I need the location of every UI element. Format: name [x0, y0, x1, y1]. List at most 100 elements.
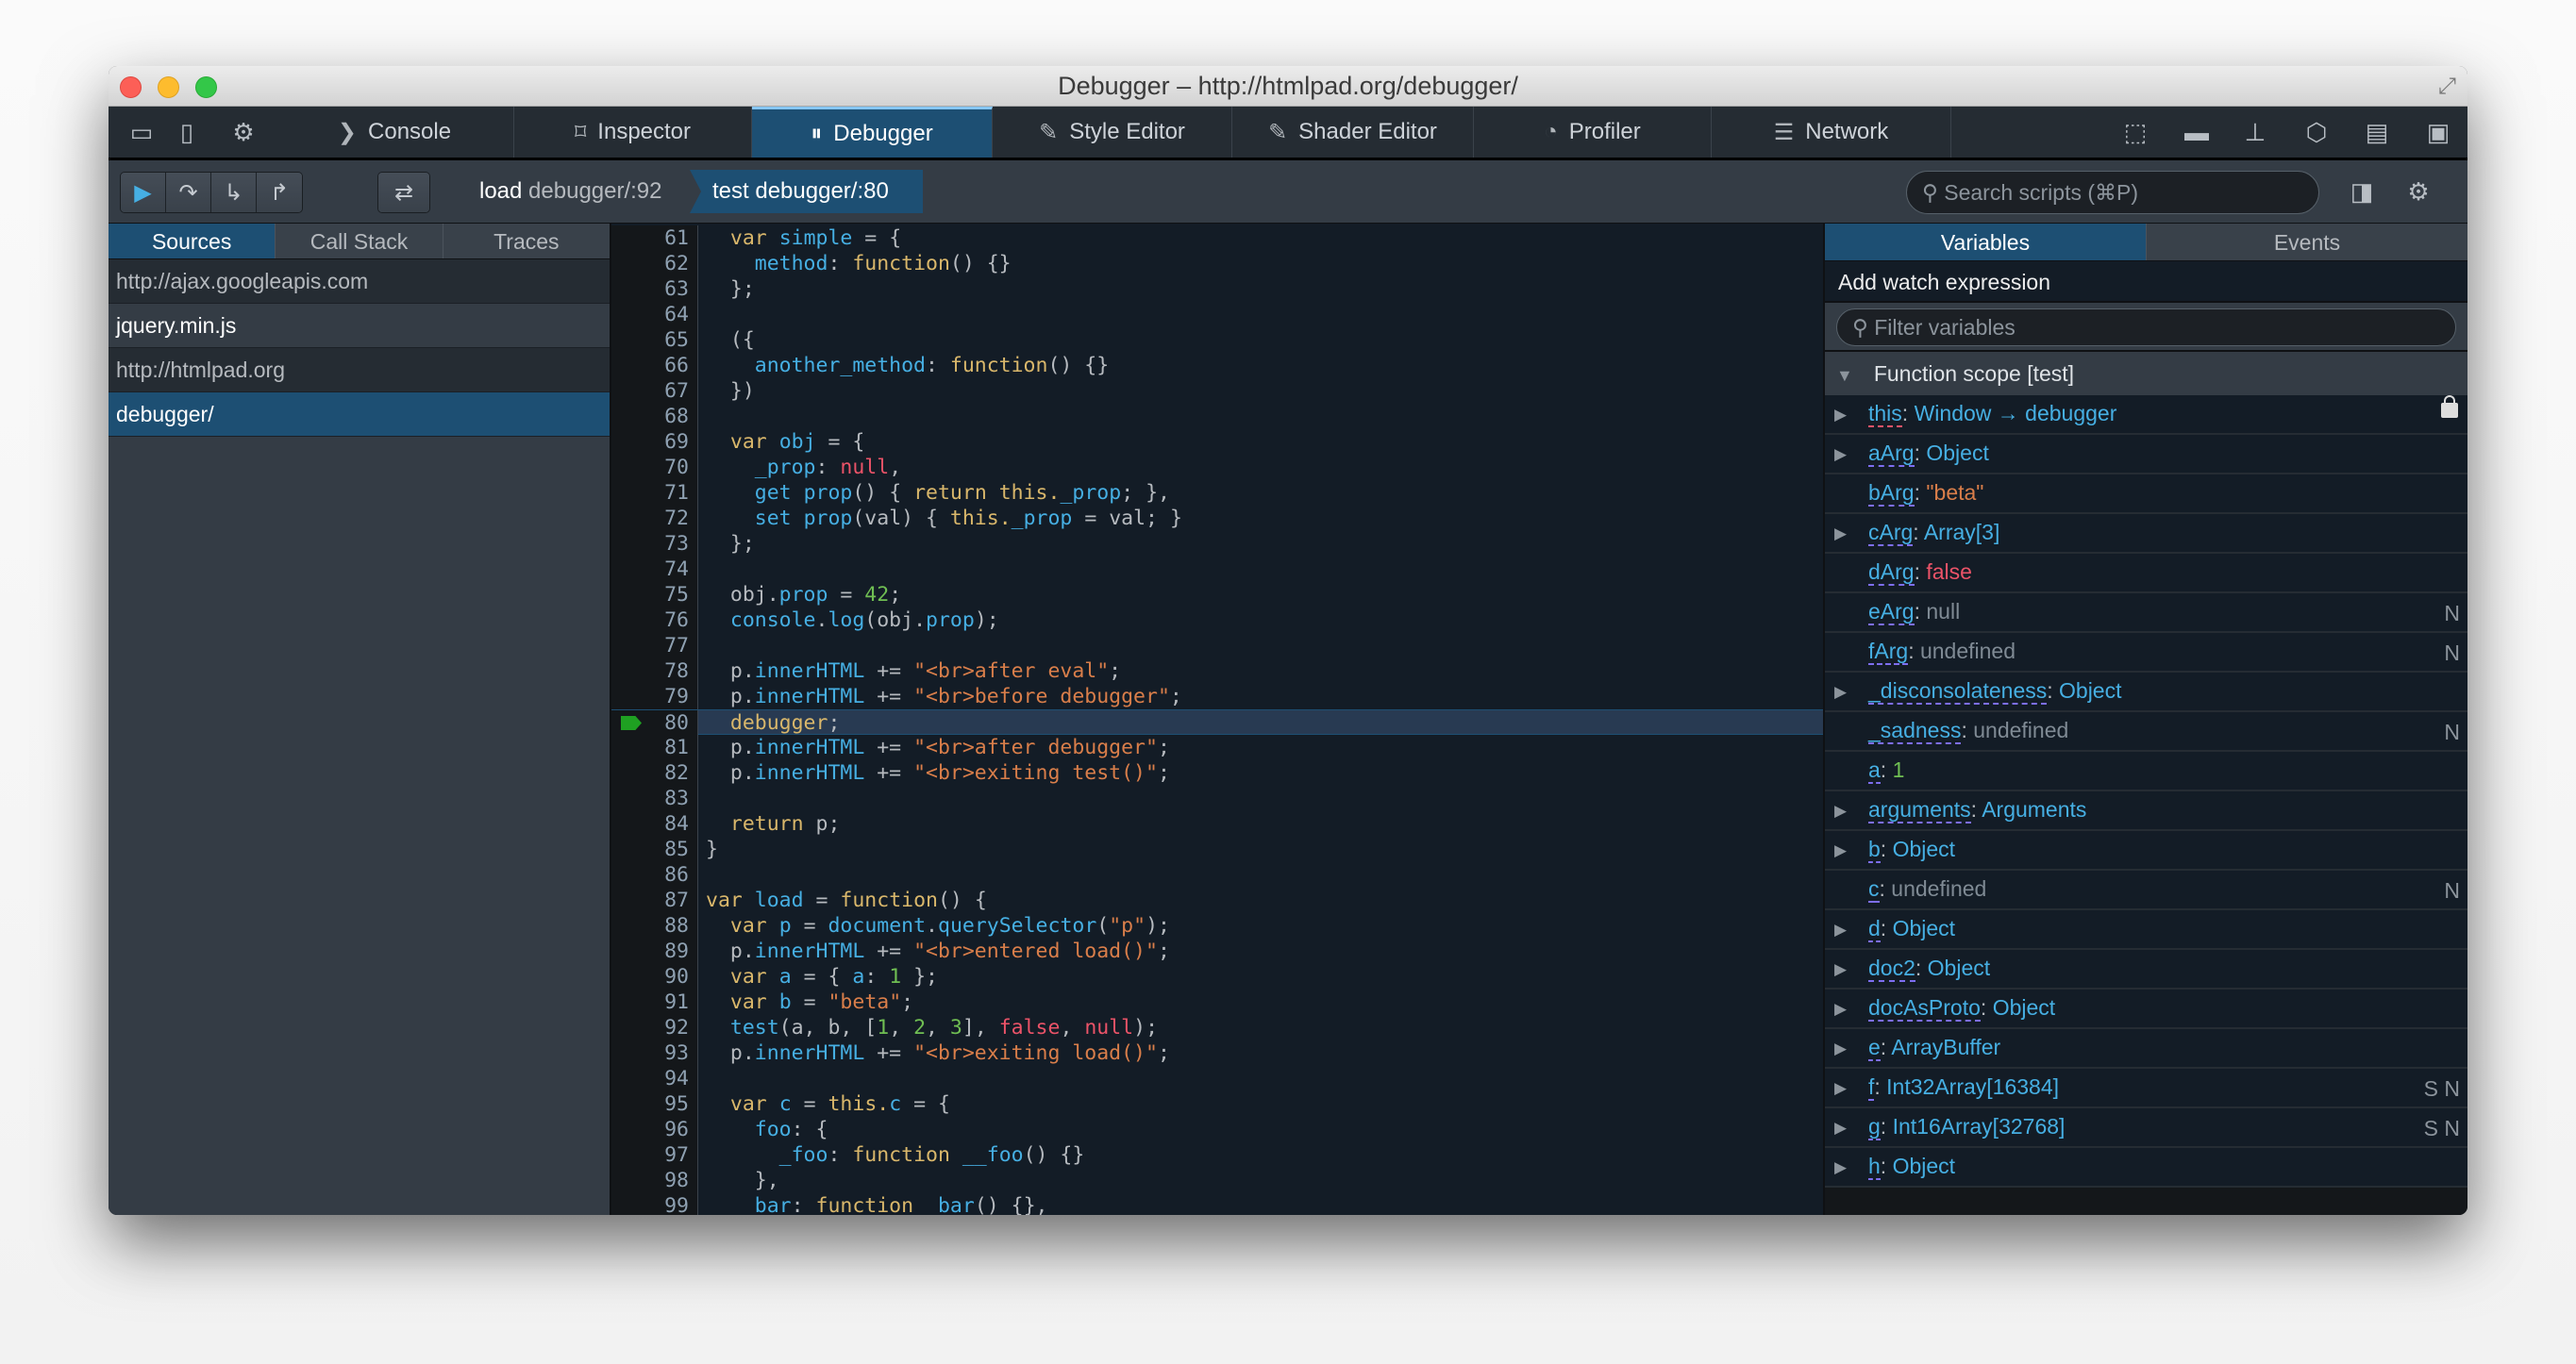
function-scope-header[interactable]: ▼ Function scope [test]: [1825, 352, 2467, 395]
expand-arrow-icon[interactable]: ▶: [1834, 1148, 1847, 1188]
code-line[interactable]: 99 bar: function _bar() {},: [611, 1193, 1823, 1215]
variable-row[interactable]: fArg: undefined N: [1825, 633, 2467, 673]
variable-name[interactable]: this: Window → debugger: [1868, 399, 2116, 427]
dock-bottom-icon[interactable]: ▭: [127, 118, 156, 146]
search-scripts-input[interactable]: ⚲ Search scripts (⌘P): [1906, 171, 2319, 214]
code-line[interactable]: 69 var obj = {: [611, 429, 1823, 455]
variable-row[interactable]: ▶ g: Int16Array[32768] S N: [1825, 1108, 2467, 1148]
code-line[interactable]: 71 get prop() { return this._prop; },: [611, 480, 1823, 506]
code-line[interactable]: 74: [611, 557, 1823, 582]
variable-row[interactable]: ▶ _disconsolateness: Object: [1825, 673, 2467, 712]
variable-name[interactable]: doc2: Object: [1868, 954, 1990, 982]
variable-name[interactable]: aArg: Object: [1868, 439, 1989, 467]
code-line[interactable]: 79 p.innerHTML += "<br>before debugger";: [611, 684, 1823, 709]
code-line[interactable]: 76 console.log(obj.prop);: [611, 607, 1823, 633]
code-line[interactable]: 77: [611, 633, 1823, 658]
expand-arrow-icon[interactable]: ▶: [1834, 950, 1847, 990]
code-editor[interactable]: 61 var simple = {62 method: function() {…: [611, 224, 1823, 1215]
paintbrush-icon[interactable]: ⊥: [2241, 118, 2269, 146]
variable-name[interactable]: g: Int16Array[32768]: [1868, 1112, 2065, 1140]
code-line[interactable]: 83: [611, 786, 1823, 811]
code-line[interactable]: 92 test(a, b, [1, 2, 3], false, null);: [611, 1015, 1823, 1040]
tab-events[interactable]: Events: [2147, 224, 2467, 260]
variable-row[interactable]: dArg: false: [1825, 554, 2467, 593]
tab-network[interactable]: ☰ Network: [1712, 107, 1951, 158]
code-line[interactable]: 96 foo: {: [611, 1117, 1823, 1142]
tab-variables[interactable]: Variables: [1825, 224, 2147, 260]
add-watch-expression[interactable]: Add watch expression: [1825, 261, 2467, 303]
variable-name[interactable]: _sadness: undefined: [1868, 716, 2068, 744]
code-line[interactable]: 66 another_method: function() {}: [611, 353, 1823, 378]
code-line[interactable]: 93 p.innerHTML += "<br>exiting load()";: [611, 1040, 1823, 1066]
code-line[interactable]: 64: [611, 302, 1823, 327]
variable-name[interactable]: eArg: null: [1868, 597, 1960, 625]
code-line[interactable]: 97 _foo: function __foo() {}: [611, 1142, 1823, 1168]
code-line[interactable]: 94: [611, 1066, 1823, 1091]
tab-debugger[interactable]: ⏸ Debugger: [752, 107, 993, 158]
zoom-window-button[interactable]: [195, 76, 217, 98]
variable-name[interactable]: bArg: "beta": [1868, 478, 1983, 507]
gear-icon[interactable]: ⚙: [229, 118, 258, 146]
code-line[interactable]: 87 var load = function() {: [611, 888, 1823, 913]
code-line[interactable]: 61 var simple = {: [611, 225, 1823, 251]
swap-button[interactable]: ⇄: [378, 173, 429, 212]
variable-row[interactable]: ▶ docAsProto: Object: [1825, 990, 2467, 1029]
variable-row[interactable]: ▶ e: ArrayBuffer: [1825, 1029, 2467, 1069]
variable-row[interactable]: ▶ h: Object: [1825, 1148, 2467, 1188]
variable-name[interactable]: docAsProto: Object: [1868, 993, 2055, 1022]
resume-button[interactable]: ▶: [121, 173, 166, 212]
code-line[interactable]: 70 _prop: null,: [611, 455, 1823, 480]
variable-name[interactable]: c: undefined: [1868, 874, 1986, 903]
expand-arrow-icon[interactable]: ▶: [1834, 791, 1847, 831]
variable-row[interactable]: c: undefined N: [1825, 871, 2467, 910]
filter-variables-input[interactable]: ⚲ Filter variables: [1836, 308, 2456, 346]
code-line[interactable]: 98 },: [611, 1168, 1823, 1193]
close-window-button[interactable]: [120, 76, 142, 98]
variable-row[interactable]: ▶ arguments: Arguments: [1825, 791, 2467, 831]
variable-row[interactable]: ▶ b: Object: [1825, 831, 2467, 871]
tab-call-stack[interactable]: Call Stack: [276, 224, 443, 258]
code-line-current[interactable]: 80 debugger;: [611, 709, 1823, 736]
code-line[interactable]: 86: [611, 862, 1823, 888]
code-line[interactable]: 85}: [611, 837, 1823, 862]
debugger-options-gear-icon[interactable]: ⚙: [2404, 177, 2433, 206]
code-line[interactable]: 88 var p = document.querySelector("p");: [611, 913, 1823, 939]
variable-row[interactable]: ▶ d: Object: [1825, 910, 2467, 950]
tab-style-editor[interactable]: ✎ Style Editor: [993, 107, 1232, 158]
variable-name[interactable]: b: Object: [1868, 835, 1955, 863]
code-line[interactable]: 75 obj.prop = 42;: [611, 582, 1823, 607]
code-line[interactable]: 89 p.innerHTML += "<br>entered load()";: [611, 939, 1823, 964]
code-line[interactable]: 62 method: function() {}: [611, 251, 1823, 276]
toggle-panes-icon[interactable]: ◨: [2348, 177, 2376, 206]
code-line[interactable]: 81 p.innerHTML += "<br>after debugger";: [611, 735, 1823, 760]
scratchpad-icon[interactable]: ▤: [2363, 118, 2391, 146]
variable-name[interactable]: h: Object: [1868, 1152, 1955, 1180]
step-in-button[interactable]: ↳: [211, 173, 257, 212]
expand-arrow-icon[interactable]: ▶: [1834, 1069, 1847, 1108]
code-line[interactable]: 82 p.innerHTML += "<br>exiting test()";: [611, 760, 1823, 786]
variable-name[interactable]: fArg: undefined: [1868, 637, 2016, 665]
code-line[interactable]: 68: [611, 404, 1823, 429]
variable-row[interactable]: ▶ cArg: Array[3]: [1825, 514, 2467, 554]
tab-sources[interactable]: Sources: [109, 224, 276, 258]
variable-name[interactable]: f: Int32Array[16384]: [1868, 1073, 2059, 1101]
expand-arrow-icon[interactable]: ▶: [1834, 514, 1847, 554]
expand-arrow-icon[interactable]: ▶: [1834, 435, 1847, 474]
fullscreen-icon[interactable]: ⤢: [2438, 74, 2456, 100]
code-line[interactable]: 91 var b = "beta";: [611, 990, 1823, 1015]
tab-console[interactable]: ❯ Console: [276, 107, 514, 158]
variable-name[interactable]: a: 1: [1868, 756, 1904, 784]
tab-profiler[interactable]: ◔ Profiler: [1474, 107, 1712, 158]
variable-name[interactable]: cArg: Array[3]: [1868, 518, 1999, 546]
variable-name[interactable]: _disconsolateness: Object: [1868, 676, 2122, 705]
step-out-button[interactable]: ↱: [257, 173, 302, 212]
code-line[interactable]: 90 var a = { a: 1 };: [611, 964, 1823, 990]
code-line[interactable]: 65 ({: [611, 327, 1823, 353]
split-console-icon[interactable]: ▬: [2183, 118, 2211, 146]
expand-arrow-icon[interactable]: ▶: [1834, 1108, 1847, 1148]
code-line[interactable]: 67 }): [611, 378, 1823, 404]
variable-row[interactable]: a: 1: [1825, 752, 2467, 791]
expand-arrow-icon[interactable]: ▶: [1834, 831, 1847, 871]
variable-row[interactable]: ▶ this: Window → debugger: [1825, 395, 2467, 435]
expand-arrow-icon[interactable]: ▶: [1834, 673, 1847, 712]
